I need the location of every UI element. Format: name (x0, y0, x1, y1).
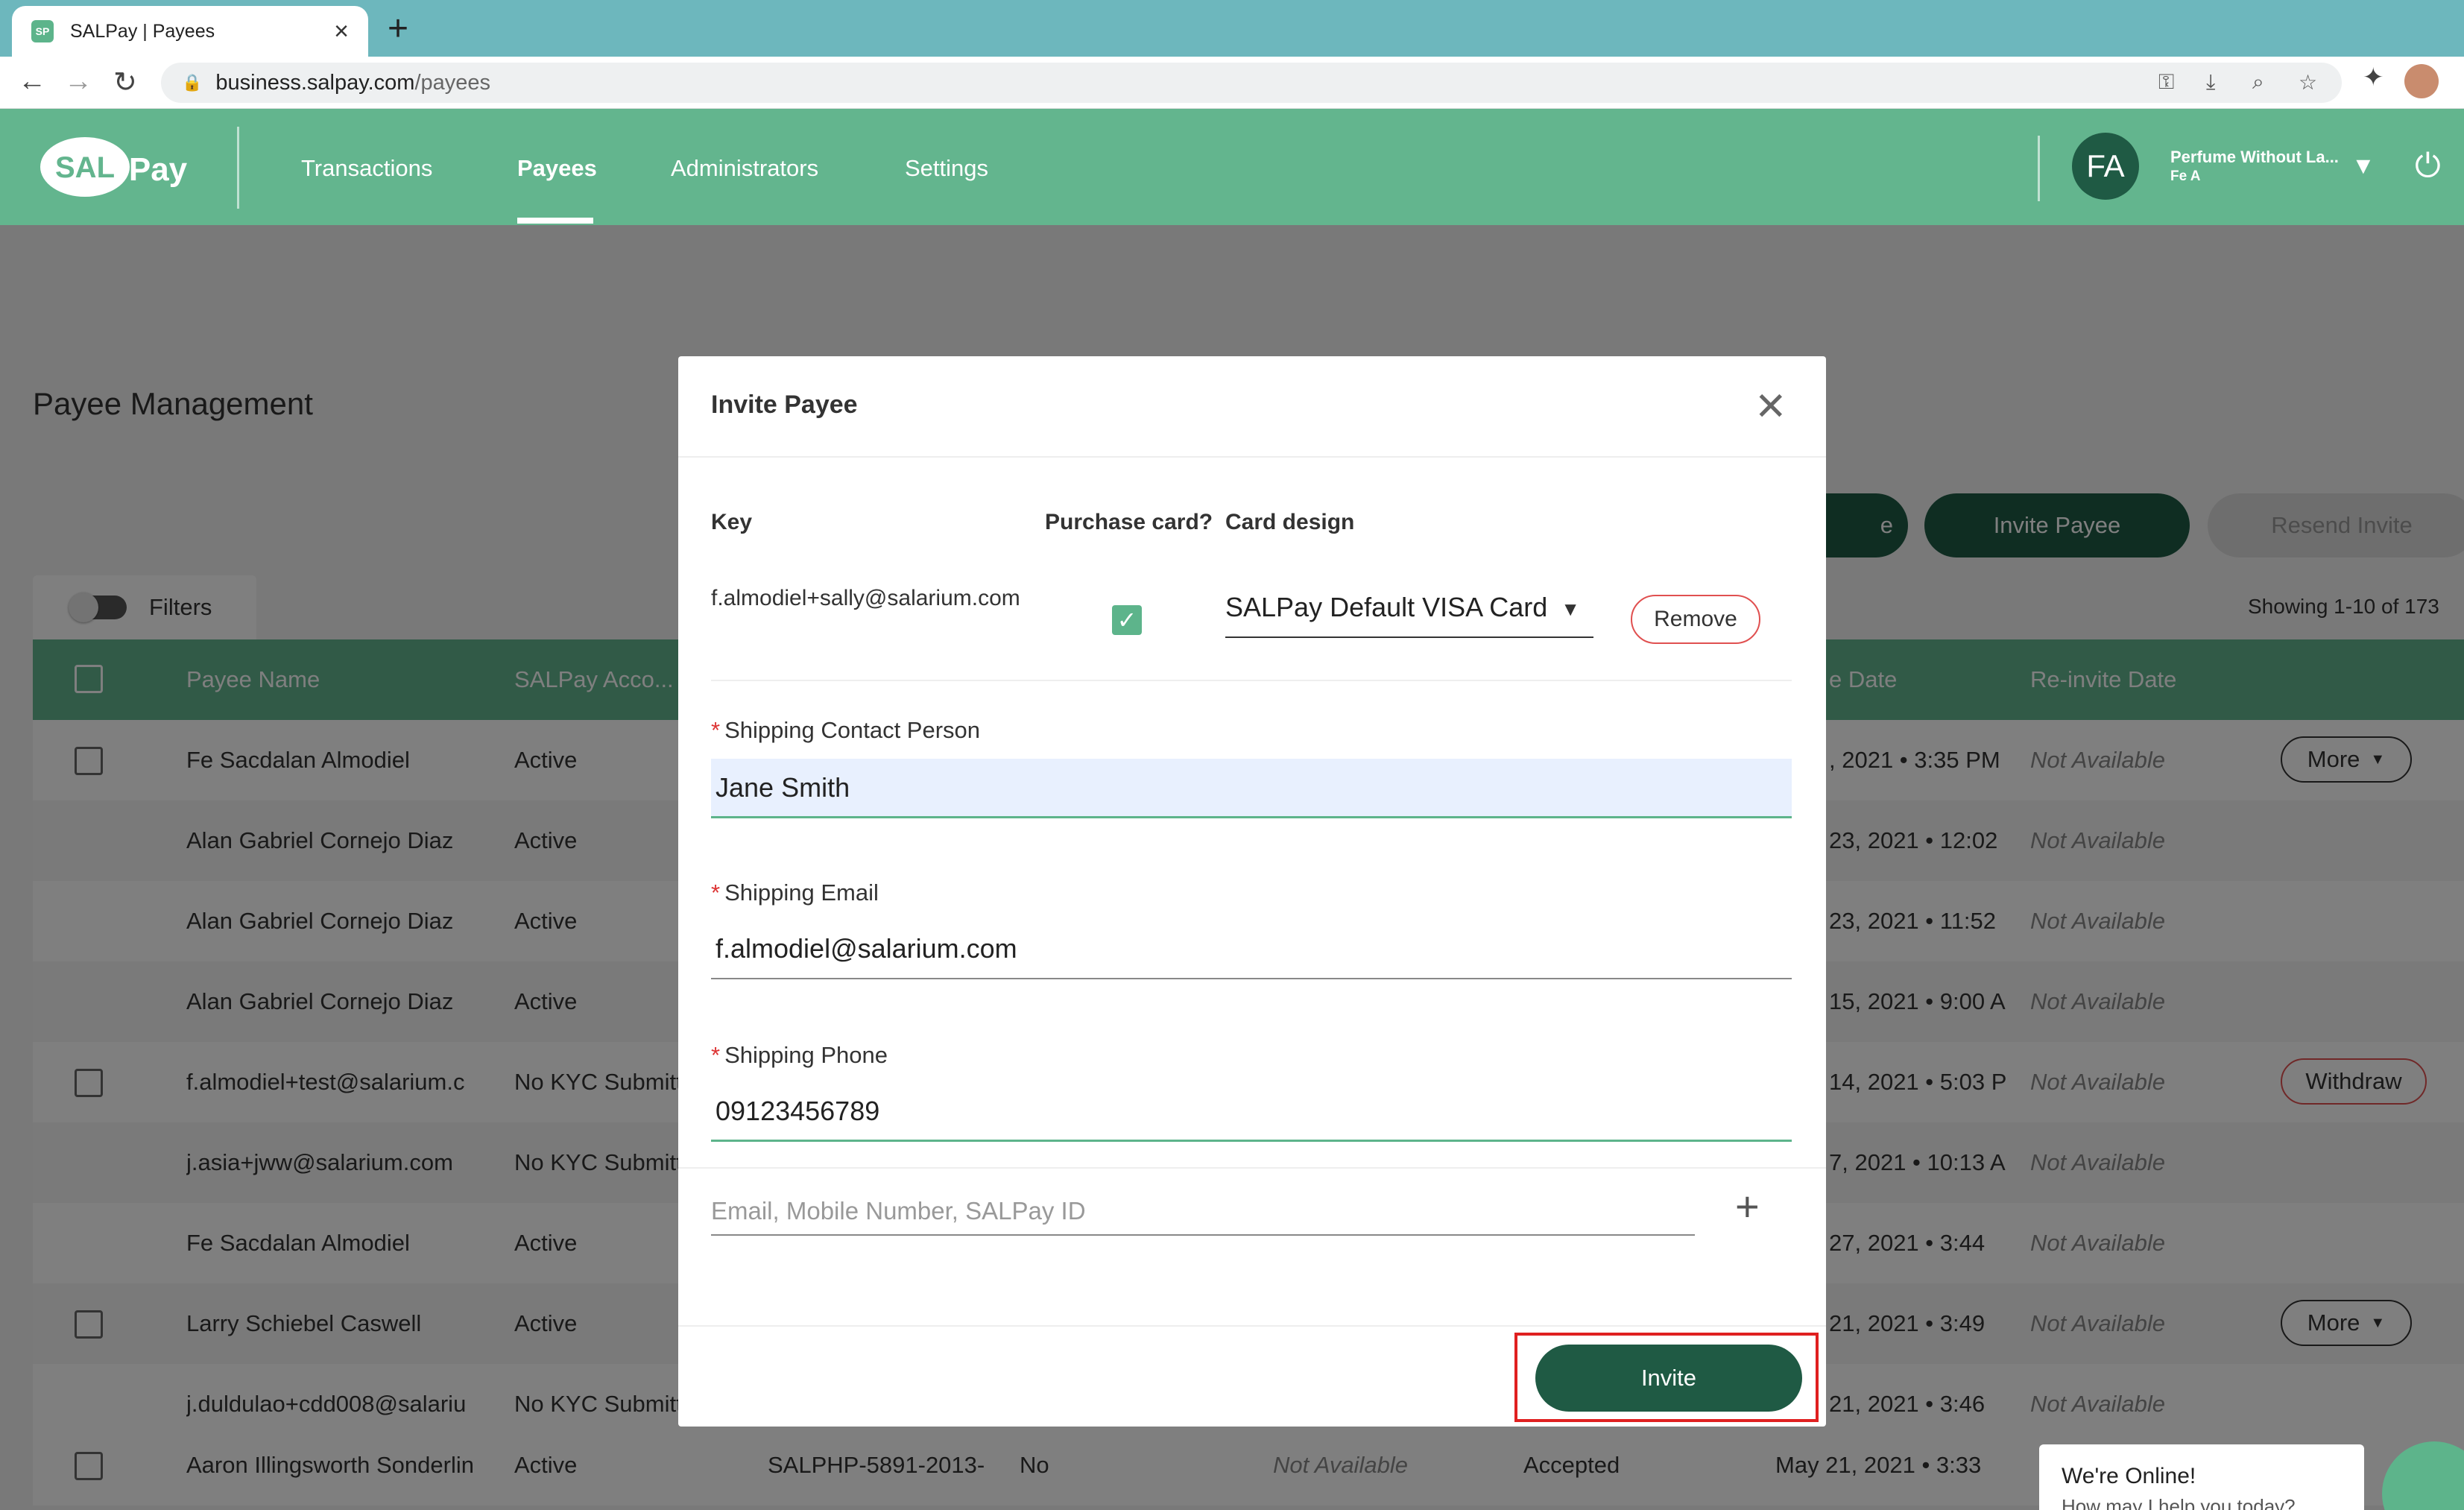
url-field[interactable]: 🔒 business.salpay.com/payees ⚿ ⤓ ⌕ ☆ (161, 63, 2342, 103)
col-purchase-card-label: Purchase card? (1045, 510, 1213, 534)
logo-sal-text: SAL (55, 151, 115, 184)
browser-profile-avatar[interactable] (2404, 64, 2439, 98)
active-nav-indicator (517, 218, 593, 224)
key-icon[interactable]: ⚿ (2158, 70, 2174, 95)
tab-close-icon[interactable]: × (334, 17, 349, 46)
card-design-value: SALPay Default VISA Card (1225, 592, 1548, 622)
user-avatar[interactable]: FA (2072, 133, 2139, 200)
new-tab-icon[interactable]: + (388, 7, 408, 51)
divider (678, 1325, 1826, 1327)
shipping-phone-input[interactable]: 09123456789 (711, 1082, 1792, 1142)
install-icon[interactable]: ⤓ (2206, 70, 2215, 95)
address-bar: ← → ↻ 🔒 business.salpay.com/payees ⚿ ⤓ ⌕… (0, 57, 2464, 109)
shipping-phone-label-text: Shipping Phone (724, 1042, 888, 1068)
logo-pay-text: Pay (129, 151, 188, 188)
browser-tab[interactable]: SP SALPay | Payees × (12, 6, 368, 57)
tab-title: SALPay | Payees (70, 20, 215, 42)
shipping-email-input[interactable]: f.almodiel@salarium.com (711, 920, 1792, 979)
shipping-email-label: * Shipping Email (711, 879, 879, 906)
divider (678, 456, 1826, 458)
url-path: /payees (414, 70, 491, 95)
header-divider (237, 127, 239, 209)
remove-button[interactable]: Remove (1631, 595, 1760, 644)
shipping-email-label-text: Shipping Email (724, 879, 879, 906)
add-payee-input[interactable]: Email, Mobile Number, SALPay ID (711, 1188, 1695, 1236)
forward-arrow-icon[interactable]: → (64, 66, 92, 98)
payee-key: f.almodiel+sally@salarium.com (711, 586, 1020, 610)
reload-icon[interactable]: ↻ (113, 66, 137, 99)
shipping-contact-input[interactable]: Jane Smith (711, 759, 1792, 818)
invite-button[interactable]: Invite (1535, 1345, 1802, 1412)
browser-tab-bar: SP SALPay | Payees × + (0, 0, 2464, 57)
shipping-phone-label: * Shipping Phone (711, 1042, 888, 1069)
account-dropdown-icon[interactable]: ▼ (2351, 152, 2375, 180)
nav-settings[interactable]: Settings (905, 155, 988, 182)
user-name: Fe A (2170, 168, 2201, 184)
chat-widget[interactable]: We're Online! How may I help you today? (2039, 1444, 2364, 1510)
org-name: Perfume Without La... (2170, 148, 2339, 166)
app-header: SAL Pay Transactions Payees Administrato… (0, 109, 2464, 225)
url-host: business.salpay.com (215, 70, 415, 95)
nav-transactions[interactable]: Transactions (301, 155, 432, 182)
purchase-card-checkbox[interactable]: ✓ (1112, 605, 1142, 635)
chat-title: We're Online! (2062, 1464, 2196, 1488)
invite-payee-dialog: Invite Payee ✕ Key Purchase card? Card d… (678, 356, 1826, 1427)
contact-person-label: * Shipping Contact Person (711, 717, 980, 744)
chevron-down-icon: ▼ (1561, 598, 1580, 620)
zoom-icon[interactable]: ⌕ (2252, 70, 2264, 95)
divider (678, 1167, 1826, 1169)
header-divider-right (2038, 136, 2040, 201)
salpay-logo[interactable]: SAL Pay (39, 133, 200, 201)
close-icon[interactable]: ✕ (1754, 388, 1787, 426)
nav-administrators[interactable]: Administrators (671, 155, 818, 182)
col-key-label: Key (711, 510, 753, 534)
salpay-favicon-icon: SP (31, 20, 54, 42)
required-marker: * (711, 1042, 721, 1068)
lock-icon: 🔒 (182, 73, 203, 92)
back-arrow-icon[interactable]: ← (18, 66, 46, 98)
col-card-design-label: Card design (1225, 510, 1355, 534)
card-design-select[interactable]: SALPay Default VISA Card ▼ (1225, 592, 1593, 638)
required-marker: * (711, 879, 721, 906)
add-icon[interactable]: + (1735, 1182, 1760, 1231)
chat-subtitle: How may I help you today? (2062, 1495, 2296, 1510)
star-icon[interactable]: ☆ (2299, 70, 2317, 95)
dialog-title: Invite Payee (711, 391, 858, 419)
divider (711, 680, 1792, 681)
required-marker: * (711, 717, 721, 743)
nav-payees[interactable]: Payees (517, 155, 597, 182)
extensions-icon[interactable]: ✦ (2363, 63, 2384, 92)
contact-person-label-text: Shipping Contact Person (724, 717, 981, 743)
power-icon[interactable]: ⏻ (2415, 148, 2441, 185)
